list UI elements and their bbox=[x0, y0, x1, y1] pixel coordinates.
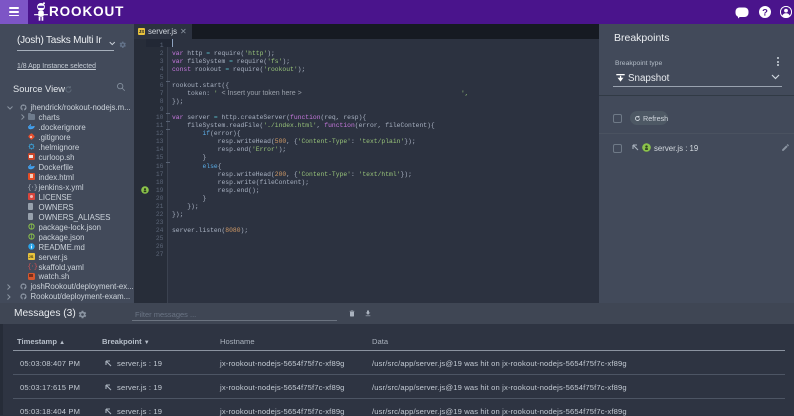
svg-text:?: ? bbox=[762, 7, 768, 18]
